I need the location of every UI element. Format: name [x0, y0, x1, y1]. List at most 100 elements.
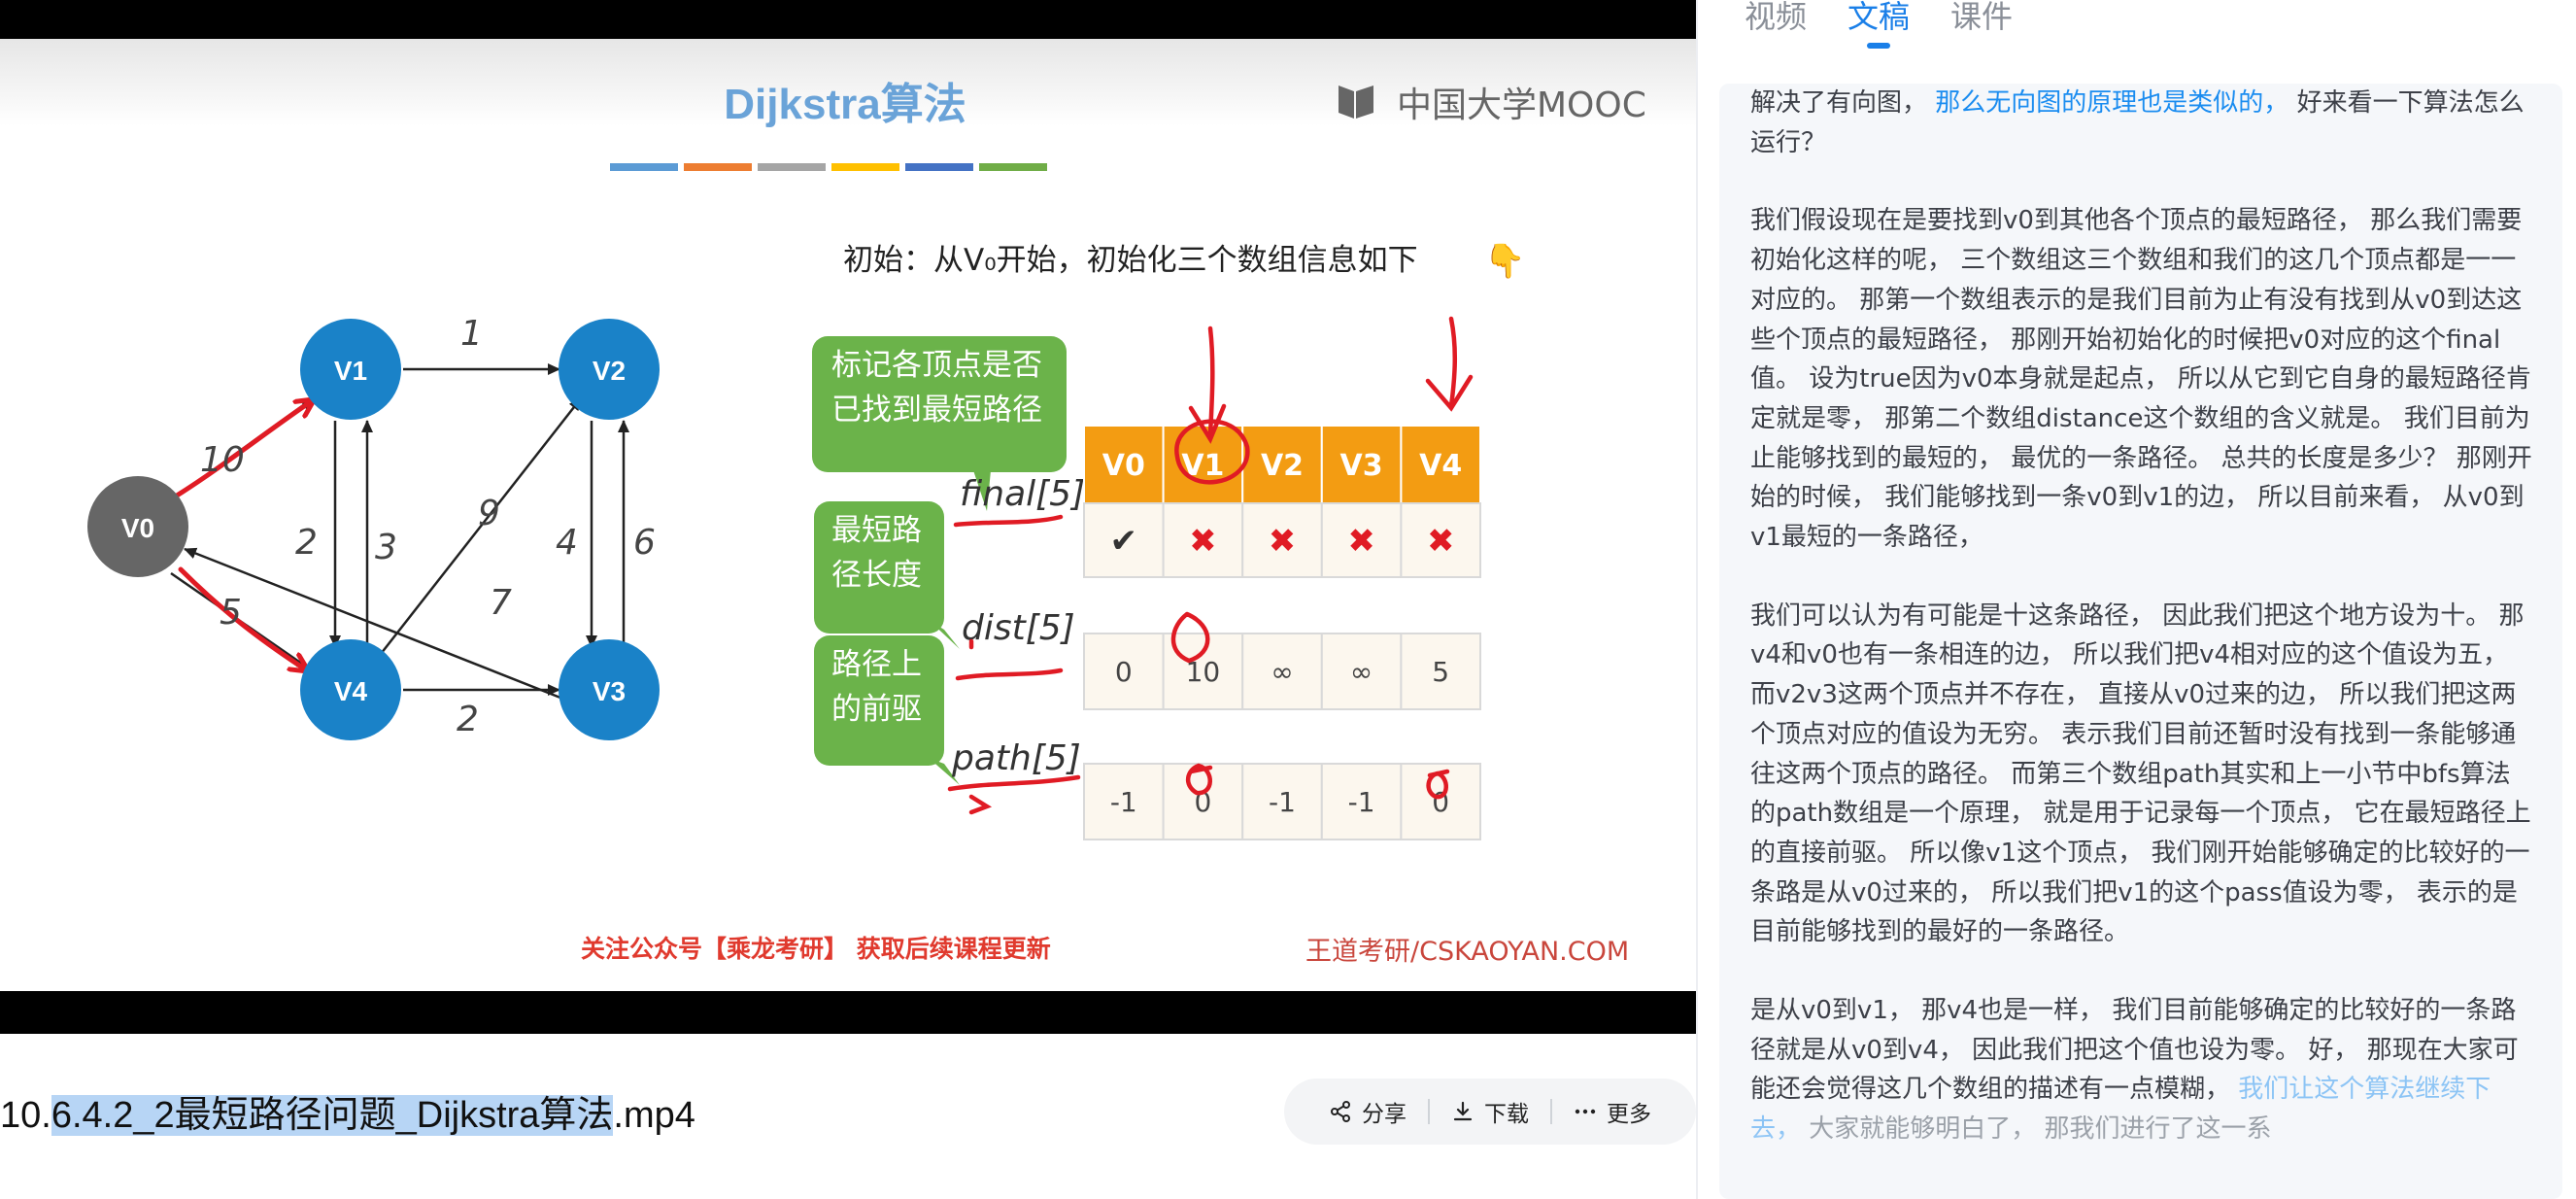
weight-v1-v4: 2	[295, 523, 318, 563]
slide-title: Dijkstra算法	[724, 81, 966, 128]
table-cell-dist: 0	[1083, 633, 1165, 710]
svg-text:✖: ✖	[1269, 522, 1297, 561]
color-bar-segment	[610, 163, 678, 171]
label-final: final[5]	[960, 474, 1085, 514]
weight-v1-v2: 1	[460, 314, 483, 354]
transcript-panel[interactable]: 解决了有向图， 那么无向图的原理也是类似的， 好来看一下算法怎么运行？ 我们假设…	[1719, 84, 2562, 1199]
color-bar-segment	[758, 163, 826, 171]
svg-text:V3: V3	[1340, 449, 1383, 483]
node-label: V0	[121, 513, 154, 543]
transcript-paragraph[interactable]: 我们假设现在是要找到v0到其他各个顶点的最短路径， 那么我们需要初始化这样的呢，…	[1719, 201, 2562, 557]
transcript-text: 我们可以认为有可能是十这条路径， 因此我们把这个地方设为十。 那v4和v0也有一…	[1750, 600, 2531, 947]
table-cell-dist: 5	[1400, 633, 1482, 710]
weight-v3-v2: 6	[633, 523, 656, 563]
table-cell-headers: V4	[1400, 425, 1482, 504]
weight-v4-v2: 9	[478, 494, 500, 533]
transcript-current-sentence[interactable]: 那么无向图的原理也是类似的，	[1935, 88, 2288, 118]
table-cell-path: -1	[1241, 763, 1323, 840]
download-icon	[1453, 1101, 1473, 1121]
tab-transcript[interactable]: 文稿	[1847, 0, 1910, 49]
logo-text: 中国大学MOOC	[1397, 86, 1646, 125]
table-cell-headers: V1	[1162, 425, 1244, 504]
share-icon	[1331, 1101, 1350, 1122]
callout-dist: 最短路 径长度	[814, 501, 960, 649]
arrays-table: V0 V1 V2 V3 V4✔ ✖ ✖ ✖ ✖0 10 ∞ ∞ 5-1 0 -1 -1 0	[1083, 425, 1482, 840]
weight-v0-v1: 10	[200, 440, 245, 480]
panel-tabs: 视频 文稿 课件	[1745, 0, 2013, 49]
color-bar-segment	[684, 163, 752, 171]
table-cell-path: 0	[1162, 763, 1244, 840]
svg-text:V4: V4	[1419, 449, 1462, 483]
callout-path-line2: 的前驱	[831, 692, 922, 727]
svg-text:✔: ✔	[1110, 522, 1138, 561]
transcript-paragraph[interactable]: 是从v0到v1， 那v4也是一样， 我们目前能够确定的比较好的一条路径就是从v0…	[1719, 991, 2562, 1149]
pointing-down-icon: 👇	[1484, 242, 1525, 281]
node-label: V4	[334, 676, 368, 706]
svg-text:∞: ∞	[1271, 656, 1293, 688]
node-v3: V3	[559, 639, 660, 740]
more-button[interactable]: 更多	[1552, 1095, 1673, 1128]
video-player[interactable]: Dijkstra算法 中国大学MOOC 初始：从V₀开始，初始化三个数组信息如下…	[0, 0, 1696, 1034]
download-button[interactable]: 下载	[1430, 1095, 1550, 1128]
share-button[interactable]: 分享	[1307, 1095, 1428, 1128]
red-annotations	[174, 400, 313, 670]
weight-v4-v1: 3	[375, 528, 397, 567]
node-label: V1	[334, 356, 367, 386]
weight-v3-v0: 7	[490, 583, 512, 623]
transcript-fade	[1719, 1131, 2562, 1199]
table-cell-path: -1	[1320, 763, 1403, 840]
file-title-selected: 6.4.2_2最短路径问题_Dijkstra算法	[51, 1095, 614, 1136]
footer-left: 关注公众号【乘龙考研】 获取后续课程更新	[581, 935, 1051, 963]
callout-dist-line1: 最短路	[831, 513, 922, 548]
transcript-paragraph[interactable]: 我们可以认为有可能是十这条路径， 因此我们把这个地方设为十。 那v4和v0也有一…	[1719, 597, 2562, 952]
transcript-text: 我们假设现在是要找到v0到其他各个顶点的最短路径， 那么我们需要初始化这样的呢，…	[1750, 206, 2532, 553]
more-icon	[1575, 1109, 1596, 1114]
svg-text:∞: ∞	[1350, 656, 1373, 688]
download-label: 下载	[1484, 1102, 1529, 1127]
table-cell-final: ✖	[1400, 502, 1482, 578]
table-cell-final: ✖	[1320, 502, 1403, 578]
svg-text:0: 0	[1115, 656, 1133, 688]
svg-text:✖: ✖	[1427, 522, 1455, 561]
transcript-text: 解决了有向图，	[1750, 88, 1928, 118]
mooc-logo: 中国大学MOOC	[1339, 86, 1646, 125]
more-label: 更多	[1607, 1102, 1651, 1127]
label-dist: dist[5]	[962, 608, 1075, 648]
node-v1: V1	[300, 319, 401, 420]
table-cell-path: -1	[1083, 763, 1165, 840]
node-label: V3	[593, 676, 626, 706]
transcript-paragraph[interactable]: 解决了有向图， 那么无向图的原理也是类似的， 好来看一下算法怎么运行？	[1719, 84, 2562, 162]
table-cell-final: ✔	[1083, 502, 1165, 578]
right-panel: 视频 文稿 课件 解决了有向图， 那么无向图的原理也是类似的， 好来看一下算法怎…	[1696, 0, 2576, 1199]
table-cell-headers: V0	[1083, 425, 1165, 504]
video-actions: 分享 下载 更多	[1284, 1079, 1696, 1145]
video-file-title: 10.6.4.2_2最短路径问题_Dijkstra算法.mp4	[0, 1084, 695, 1138]
red-arrow-v0-v1	[174, 400, 313, 498]
svg-text:✖: ✖	[1347, 522, 1375, 561]
svg-text:V2: V2	[1261, 449, 1304, 483]
callout-path: 路径上 的前驱	[814, 635, 960, 785]
svg-text:-1: -1	[1269, 786, 1296, 818]
callout-dist-line2: 径长度	[831, 558, 922, 593]
table-cell-headers: V3	[1320, 425, 1403, 504]
color-bar-segment	[979, 163, 1047, 171]
lecture-slide: Dijkstra算法 中国大学MOOC 初始：从V₀开始，初始化三个数组信息如下…	[0, 39, 1696, 991]
tab-video[interactable]: 视频	[1745, 0, 1807, 33]
file-title-suffix: .mp4	[613, 1095, 695, 1136]
tab-courseware[interactable]: 课件	[1950, 0, 2013, 33]
table-cell-dist: ∞	[1241, 633, 1323, 710]
table-cell-final: ✖	[1162, 502, 1244, 578]
node-label: V2	[593, 356, 626, 386]
callout-final-line1: 标记各顶点是否	[831, 348, 1042, 383]
slide-canvas: Dijkstra算法 中国大学MOOC 初始：从V₀开始，初始化三个数组信息如下…	[87, 81, 1646, 967]
node-v4: V4	[300, 639, 401, 740]
color-bar-segment	[905, 163, 973, 171]
callouts: 标记各顶点是否 已找到最短路径 最短路 径长度 路径上 的前驱	[812, 336, 1067, 785]
red-arrow-v0-v4	[178, 566, 307, 670]
table-cell-headers: V2	[1241, 425, 1323, 504]
share-label: 分享	[1362, 1102, 1407, 1127]
init-text: 初始：从V₀开始，初始化三个数组信息如下	[843, 243, 1418, 278]
title-color-bar	[610, 163, 1047, 171]
callout-path-line1: 路径上	[831, 647, 922, 682]
node-v2: V2	[559, 319, 660, 420]
